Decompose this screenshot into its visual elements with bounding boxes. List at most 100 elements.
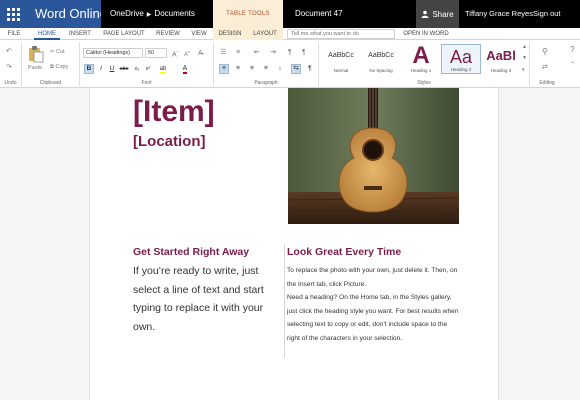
style-sample: AaBl	[486, 48, 516, 63]
styles-scroll-up-icon[interactable]: ▲	[522, 45, 527, 50]
ribbon: ↶ ↷ Undo Paste ✂ Cut ⧉ Copy Clipboard Ca…	[0, 40, 580, 88]
tab-layout[interactable]: LAYOUT	[247, 28, 283, 40]
tab-design[interactable]: DESIGN	[213, 28, 247, 40]
line-spacing-button[interactable]: ↕	[275, 64, 285, 74]
align-left-button[interactable]: ≡	[219, 64, 229, 74]
location-heading[interactable]: [Location]	[133, 133, 206, 151]
user-name[interactable]: Tiffany Grace Reyes	[465, 0, 533, 28]
replace-icon[interactable]: ⇄	[542, 64, 548, 71]
copy-button[interactable]: ⧉ Copy	[50, 64, 68, 71]
breadcrumb: OneDrive ▶ Documents	[110, 0, 195, 28]
guitar-photo[interactable]	[288, 88, 459, 224]
right-paragraph-1[interactable]: To replace the photo with your own, just…	[287, 264, 459, 291]
font-group: Calibri (Headings) 50 A^ Av A̶ B I U abc…	[80, 42, 214, 86]
clipboard-group-label: Clipboard	[39, 80, 62, 86]
superscript-button[interactable]: x²	[143, 64, 153, 74]
tab-page-layout[interactable]: PAGE LAYOUT	[100, 28, 148, 40]
app-launcher-button[interactable]	[0, 0, 27, 28]
style-sample: AaBbCc	[328, 52, 354, 59]
shrink-font-icon[interactable]: Av	[184, 50, 190, 59]
share-button[interactable]: Share	[416, 0, 459, 28]
subscript-button[interactable]: x₂	[132, 64, 142, 74]
copy-icon: ⧉	[50, 64, 54, 70]
left-section-heading[interactable]: Get Started Right Away	[133, 246, 249, 258]
style-name: Heading 1	[410, 68, 432, 73]
highlight-button[interactable]: ab	[158, 64, 168, 74]
clear-formatting-icon[interactable]: A̶	[198, 50, 203, 57]
decrease-indent-icon[interactable]: ⇤	[254, 49, 260, 56]
sign-out-link[interactable]: Sign out	[533, 0, 561, 28]
redo-icon[interactable]: ↷	[6, 64, 12, 71]
align-center-button[interactable]: ≡	[233, 64, 243, 74]
strikethrough-button[interactable]: abc	[119, 64, 129, 74]
open-in-word-button[interactable]: OPEN IN WORD	[398, 28, 454, 40]
highlighter-icon: ab	[159, 66, 167, 74]
bold-button[interactable]: B	[84, 64, 94, 74]
right-section-body[interactable]: To replace the photo with your own, just…	[287, 264, 459, 346]
style-heading-2[interactable]: Aa Heading 2	[441, 44, 481, 74]
grow-font-icon[interactable]: A^	[172, 50, 179, 59]
tell-me-input[interactable]	[287, 29, 395, 39]
breadcrumb-onedrive[interactable]: OneDrive	[110, 9, 144, 18]
paste-label[interactable]: Paste	[28, 65, 42, 71]
align-right-button[interactable]: ≡	[247, 64, 257, 74]
paste-icon[interactable]	[28, 45, 44, 63]
ribbon-tabs: FILE HOME INSERT PAGE LAYOUT REVIEW VIEW…	[0, 28, 580, 40]
ltr-icon[interactable]: ¶	[288, 49, 292, 56]
paragraph-group-label: Paragraph	[254, 80, 278, 86]
left-section-body[interactable]: If you’re ready to write, just select a …	[133, 262, 283, 336]
show-marks-button[interactable]: ¶	[305, 64, 315, 74]
tab-view[interactable]: VIEW	[188, 28, 210, 40]
font-size-field[interactable]: 50	[145, 48, 167, 58]
style-name: Heading 2	[450, 67, 472, 72]
document-name[interactable]: Document 47	[295, 0, 343, 28]
underline-button[interactable]: U	[107, 64, 117, 74]
undo-icon[interactable]: ↶	[6, 48, 12, 55]
clipboard-group: Paste ✂ Cut ⧉ Copy Clipboard	[22, 42, 80, 86]
breadcrumb-folder[interactable]: Documents	[154, 9, 194, 18]
style-heading-1[interactable]: A Heading 1	[401, 44, 441, 74]
undo-group-label: Undo	[4, 80, 17, 86]
title-bar: Word Online OneDrive ▶ Documents TABLE TOO…	[0, 0, 580, 28]
document-page[interactable]: [Item] [Location] Get Started Right Away…	[89, 88, 499, 400]
style-normal[interactable]: AaBbCc Normal	[321, 44, 361, 74]
tab-insert[interactable]: INSERT	[64, 28, 96, 40]
style-heading-3[interactable]: AaBl Heading 3	[481, 44, 521, 74]
style-name: No Spacing	[369, 68, 393, 73]
item-heading[interactable]: [Item]	[133, 94, 215, 130]
tab-file[interactable]: FILE	[4, 28, 24, 40]
tab-review[interactable]: REVIEW	[152, 28, 184, 40]
styles-more-icon[interactable]: ▾	[522, 68, 525, 73]
bullets-icon[interactable]: ☰	[220, 49, 226, 56]
find-icon[interactable]: ⚲	[542, 48, 548, 56]
scissors-icon: ✂	[50, 49, 55, 55]
document-canvas: [Item] [Location] Get Started Right Away…	[0, 88, 580, 400]
justify-button[interactable]: ≡	[261, 64, 271, 74]
tab-home[interactable]: HOME	[34, 28, 60, 40]
person-icon	[421, 10, 429, 18]
collapse-ribbon-icon[interactable]: ⌃	[570, 62, 575, 68]
style-name: Heading 3	[490, 68, 512, 73]
font-group-label: Font	[141, 80, 152, 86]
font-color-button[interactable]: A	[180, 64, 190, 74]
help-icon[interactable]: ?	[570, 46, 574, 54]
styles-scroll-down-icon[interactable]: ▼	[522, 56, 527, 61]
chevron-right-icon: ▶	[146, 12, 152, 18]
italic-button[interactable]: I	[96, 64, 106, 74]
increase-indent-icon[interactable]: ⇥	[270, 49, 276, 56]
style-no-spacing[interactable]: AaBbCc No Spacing	[361, 44, 401, 74]
cut-label: Cut	[56, 49, 65, 55]
styles-group-label: Styles	[417, 80, 431, 86]
paragraph-direction-button[interactable]: ⇆	[291, 64, 301, 74]
share-label: Share	[432, 9, 454, 19]
font-color-icon: A	[182, 65, 188, 74]
numbering-icon[interactable]: ≡	[236, 49, 240, 56]
right-section-heading[interactable]: Look Great Every Time	[287, 246, 401, 258]
right-paragraph-2[interactable]: Need a heading? On the Home tab, in the …	[287, 291, 459, 345]
style-name: Normal	[333, 68, 349, 73]
waffle-icon	[7, 7, 20, 21]
app-name[interactable]: Word Online	[27, 0, 101, 28]
rtl-icon[interactable]: ¶	[302, 49, 306, 56]
cut-button[interactable]: ✂ Cut	[50, 49, 65, 55]
font-name-field[interactable]: Calibri (Headings)	[83, 48, 143, 58]
